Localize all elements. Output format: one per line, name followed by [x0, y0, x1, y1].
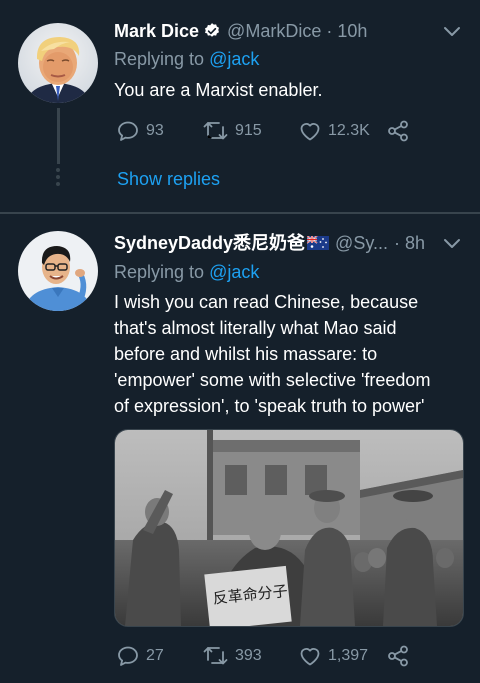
replying-to: Replying to @jack	[114, 260, 259, 284]
retweet-button[interactable]: 393	[203, 642, 262, 670]
like-button[interactable]: 1,397	[298, 642, 368, 670]
avatar[interactable]	[18, 231, 98, 311]
australia-flag-icon	[307, 236, 330, 250]
tweet-text: I wish you can read Chinese, because tha…	[114, 289, 430, 419]
display-name[interactable]: SydneyDaddy悉尼奶爸	[114, 231, 305, 255]
replying-to-label: Replying to	[114, 262, 205, 282]
retweet-count: 393	[235, 647, 262, 664]
thread-line	[57, 108, 60, 164]
tweet-media-photo[interactable]: 反革命分子	[114, 429, 464, 627]
action-bar: 93 915 12.3K	[116, 117, 456, 145]
retweet-count: 915	[235, 122, 262, 139]
tweet-text-line: of expression', to 'speak truth to power…	[114, 396, 425, 416]
tweet-header: Mark Dice @MarkDice · 10h	[114, 19, 367, 43]
handle[interactable]: @Sy...	[335, 231, 388, 255]
chevron-down-icon[interactable]	[442, 234, 462, 254]
share-icon	[388, 645, 408, 667]
handle[interactable]: @MarkDice	[227, 19, 321, 43]
like-button[interactable]: 12.3K	[298, 117, 370, 145]
tweet-sydneydaddy[interactable]: SydneyDaddy悉尼奶爸 @Sy... · 8h Replying to …	[0, 214, 480, 683]
chevron-down-icon[interactable]	[442, 22, 462, 42]
thread-dots	[56, 168, 61, 188]
tweet-text-line: that's almost literally what Mao said	[114, 318, 397, 338]
tweet-text-line: I wish you can read Chinese, because	[114, 292, 419, 312]
replying-to-label: Replying to	[114, 49, 205, 69]
avatar-portrait-image	[18, 23, 98, 103]
historical-photo-image: 反革命分子	[115, 430, 463, 626]
tweet-header: SydneyDaddy悉尼奶爸 @Sy... · 8h	[114, 231, 425, 255]
avatar-portrait-image	[18, 231, 98, 311]
reply-icon	[118, 646, 138, 666]
show-replies-link[interactable]: Show replies	[117, 167, 220, 191]
heart-icon	[300, 648, 320, 666]
reply-count: 27	[146, 647, 164, 664]
retweet-icon	[203, 122, 228, 140]
replying-to: Replying to @jack	[114, 47, 259, 71]
action-bar: 27 393 1,397	[116, 642, 456, 670]
display-name[interactable]: Mark Dice	[114, 19, 199, 43]
retweet-icon	[203, 647, 228, 665]
mention-link[interactable]: @jack	[209, 262, 259, 282]
verified-badge-icon	[205, 23, 220, 37]
reply-icon	[118, 121, 138, 141]
like-count: 1,397	[328, 647, 369, 664]
retweet-button[interactable]: 915	[203, 117, 262, 145]
reply-button[interactable]: 93	[116, 117, 164, 145]
timestamp[interactable]: · 10h	[326, 19, 367, 43]
reply-button[interactable]: 27	[116, 642, 164, 670]
tweet-text: You are a Marxist enabler.	[114, 80, 323, 100]
tweet-mark-dice[interactable]: Mark Dice @MarkDice · 10h Replying to @j…	[0, 0, 480, 213]
tweet-text-line: before and whilst his massare: to	[114, 344, 378, 364]
share-button[interactable]	[386, 642, 410, 670]
tweet-text-line: 'empower' some with selective 'freedom	[114, 370, 431, 390]
share-icon	[388, 120, 408, 142]
timestamp[interactable]: · 8h	[394, 231, 425, 255]
heart-icon	[300, 123, 320, 141]
share-button[interactable]	[386, 117, 410, 145]
mention-link[interactable]: @jack	[209, 49, 259, 69]
reply-count: 93	[146, 122, 164, 139]
avatar[interactable]	[18, 23, 98, 103]
like-count: 12.3K	[328, 122, 370, 139]
